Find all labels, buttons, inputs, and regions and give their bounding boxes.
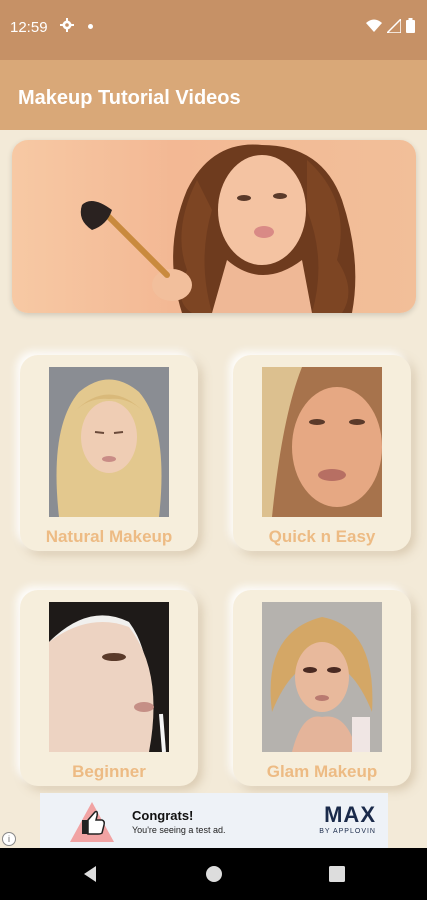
hero-banner-image: [12, 140, 416, 313]
thumbs-up-icon: [70, 802, 114, 842]
home-icon[interactable]: [205, 865, 223, 883]
page-title: Makeup Tutorial Videos: [18, 87, 241, 109]
dot-icon: [88, 24, 93, 29]
ad-title: Congrats!: [132, 808, 194, 823]
category-tile-glam-makeup[interactable]: Glam Makeup: [233, 590, 411, 786]
glam-makeup-photo: [262, 602, 382, 752]
back-icon[interactable]: [82, 865, 98, 883]
category-tile-quick-n-easy[interactable]: Quick n Easy: [233, 355, 411, 551]
ad-brand-sub: BY APPLOVIN: [319, 828, 376, 835]
beginner-photo: [49, 602, 169, 752]
quick-n-easy-photo: [262, 367, 382, 517]
ad-info-icon[interactable]: i: [2, 832, 16, 846]
gear-icon: [60, 18, 74, 32]
category-tile-beginner[interactable]: Beginner: [20, 590, 198, 786]
status-icons: [366, 18, 415, 33]
category-label: Quick n Easy: [268, 527, 376, 546]
status-time: 12:59: [10, 19, 48, 36]
system-nav-bar: [0, 848, 427, 900]
category-tile-natural-makeup[interactable]: Natural Makeup: [20, 355, 198, 551]
natural-makeup-photo: [49, 367, 169, 517]
wifi-icon: [366, 19, 382, 32]
category-label: Natural Makeup: [45, 527, 173, 546]
app-bar: Makeup Tutorial Videos: [0, 60, 427, 130]
category-label: Beginner: [72, 762, 146, 781]
signal-icon: [387, 18, 401, 33]
ad-banner[interactable]: Congrats! You're seeing a test ad. MAX B…: [40, 793, 388, 848]
hero-illustration: [80, 144, 356, 313]
status-bar: 12:59: [0, 0, 427, 60]
battery-icon: [406, 18, 415, 33]
ad-brand: MAX: [324, 802, 376, 827]
recents-icon[interactable]: [329, 866, 345, 882]
ad-subtitle: You're seeing a test ad.: [132, 825, 226, 835]
category-label: Glam Makeup: [266, 762, 378, 781]
